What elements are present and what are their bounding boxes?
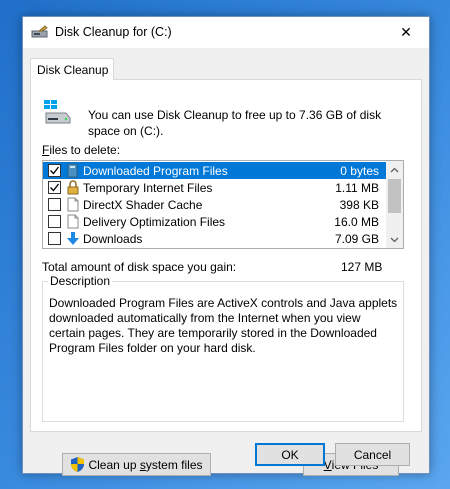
list-item[interactable]: DirectX Shader Cache 398 KB: [43, 196, 387, 213]
file-name: DirectX Shader Cache: [83, 198, 203, 212]
file-name: Downloaded Program Files: [83, 164, 228, 178]
list-item[interactable]: Delivery Optimization Files 16.0 MB: [43, 213, 387, 230]
ok-button[interactable]: OK: [255, 443, 325, 466]
checkbox[interactable]: [48, 164, 61, 177]
hard-drive-icon: [42, 97, 72, 125]
file-name: Downloads: [83, 232, 143, 246]
files-list[interactable]: Downloaded Program Files 0 bytes Tempora…: [42, 160, 404, 249]
file-name: Delivery Optimization Files: [83, 215, 226, 229]
clean-up-system-files-button[interactable]: Clean up s ystem files: [62, 453, 211, 476]
description-text: Downloaded Program Files are ActiveX con…: [49, 296, 398, 355]
tab-disk-cleanup[interactable]: Disk Cleanup: [30, 58, 114, 80]
lock-icon: [66, 180, 80, 195]
disk-cleanup-icon: [31, 25, 49, 39]
file-size: 0 bytes: [340, 164, 379, 178]
checkbox[interactable]: [48, 181, 61, 194]
folder-icon: [66, 163, 80, 178]
description-legend: Description: [48, 274, 113, 288]
file-name: Temporary Internet Files: [83, 181, 213, 195]
file-size: 16.0 MB: [334, 215, 379, 229]
checkbox[interactable]: [48, 198, 61, 211]
scroll-thumb[interactable]: [388, 179, 401, 213]
close-icon: ✕: [400, 24, 412, 40]
file-size: 7.09 GB: [334, 232, 379, 246]
uac-shield-icon: [70, 456, 85, 473]
file-size: 1.11 MB: [335, 181, 379, 195]
total-space-value: 127 MB: [341, 260, 383, 274]
tab-panel: You can use Disk Cleanup to free up to 7…: [30, 79, 422, 476]
list-scrollbar[interactable]: [386, 161, 403, 248]
disk-cleanup-window: Disk Cleanup for (C:) ✕ Disk Cleanup You…: [22, 16, 430, 476]
file-icon: [66, 197, 80, 212]
close-button[interactable]: ✕: [383, 17, 429, 48]
title-bar: Disk Cleanup for (C:) ✕: [23, 17, 429, 48]
cancel-button[interactable]: Cancel: [335, 443, 410, 466]
checkbox[interactable]: [48, 232, 61, 245]
files-to-delete-label: Files to delete:: [42, 143, 121, 157]
file-icon: [66, 214, 80, 229]
total-space-label: Total amount of disk space you gain:: [42, 260, 237, 274]
scroll-down-button[interactable]: [386, 231, 403, 248]
download-arrow-icon: [66, 231, 80, 246]
chevron-up-icon: [390, 167, 399, 172]
chevron-down-icon: [390, 237, 399, 242]
intro-text: You can use Disk Cleanup to free up to 7…: [88, 108, 382, 138]
list-item[interactable]: Downloads 7.09 GB: [43, 230, 387, 247]
list-item[interactable]: Downloaded Program Files 0 bytes: [43, 162, 387, 179]
window-title: Disk Cleanup for (C:): [55, 25, 172, 39]
file-size: 398 KB: [339, 198, 379, 212]
scroll-up-button[interactable]: [386, 161, 403, 178]
list-item[interactable]: Temporary Internet Files 1.11 MB: [43, 179, 387, 196]
checkbox[interactable]: [48, 215, 61, 228]
description-group: Description Downloaded Program Files are…: [42, 274, 404, 422]
